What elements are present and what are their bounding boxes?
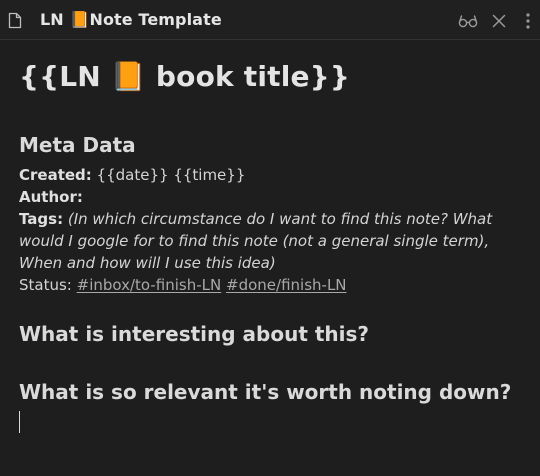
created-value: {{date}} {{time}} [91,166,246,184]
note-window: LN 📙Note Template {{LN 📙 book title}} Me… [0,0,540,476]
created-line: Created: {{date}} {{time}} [19,164,519,186]
meta-block[interactable]: Created: {{date}} {{time}} Author: Tags:… [19,164,519,296]
tag-done[interactable]: #done/finish-LN [226,276,347,294]
status-line: Status: #inbox/to-finish-LN #done/finish… [19,274,519,296]
note-content[interactable]: {{LN 📙 book title}} Meta Data Created: {… [19,40,526,476]
heading-relevant[interactable]: What is so relevant it's worth noting do… [19,380,511,404]
author-label: Author: [19,188,83,206]
title-bar: LN 📙Note Template [0,0,540,40]
text-cursor [19,411,20,433]
status-label: Status: [19,276,72,294]
note-title[interactable]: {{LN 📙 book title}} [19,60,350,93]
tag-inbox[interactable]: #inbox/to-finish-LN [77,276,222,294]
author-line: Author: [19,186,519,208]
tags-line: Tags: (In which circumstance do I want t… [19,208,519,274]
file-icon [8,12,22,29]
tags-label: Tags: [19,210,64,228]
created-label: Created: [19,166,92,184]
heading-interesting[interactable]: What is interesting about this? [19,322,369,346]
more-options-icon[interactable] [526,13,530,29]
meta-heading[interactable]: Meta Data [19,133,136,157]
glasses-icon[interactable] [458,14,478,28]
close-icon[interactable] [492,14,506,28]
title-actions [458,11,530,31]
window-title: LN 📙Note Template [40,10,222,29]
tags-value: (In which circumstance do I want to find… [19,210,493,272]
